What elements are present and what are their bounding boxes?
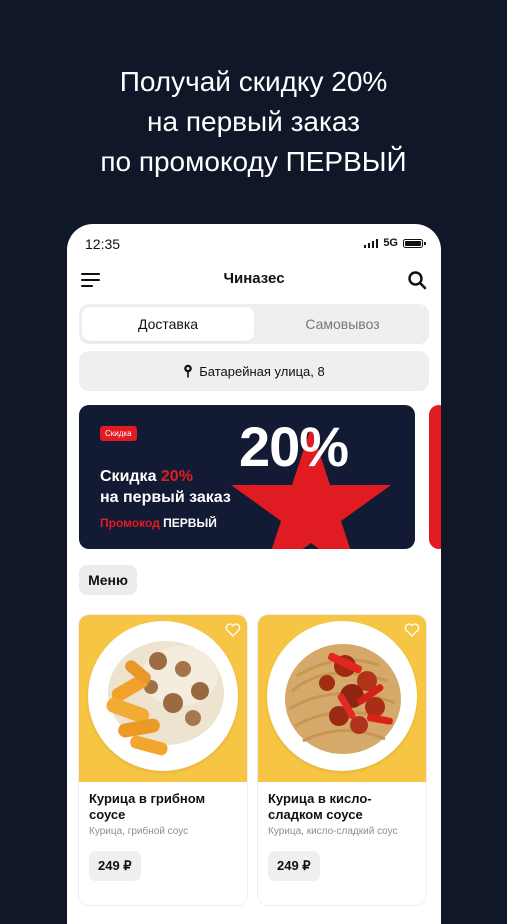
next-banner-peek[interactable] [429, 405, 441, 549]
product-price[interactable]: 249 ₽ [268, 851, 320, 881]
phone-screen: 12:35 5G Чиназес Доставка Самовывоз Бата… [67, 224, 441, 924]
banner-code-label: Промокод [100, 516, 160, 530]
app-header: Чиназес [67, 264, 441, 296]
favorite-heart-icon[interactable] [404, 623, 420, 637]
product-card[interactable]: Курица в грибном соусе Курица, грибной с… [79, 615, 247, 905]
battery-icon [403, 238, 426, 248]
promo-line-1: Получай скидку 20% [119, 66, 388, 97]
favorite-heart-icon[interactable] [225, 623, 241, 637]
tab-delivery[interactable]: Доставка [82, 307, 254, 341]
status-icons: 5G [363, 237, 426, 249]
product-image [79, 615, 247, 782]
search-icon[interactable] [407, 270, 427, 290]
status-time: 12:35 [85, 236, 121, 252]
tab-pickup[interactable]: Самовывоз [259, 307, 426, 341]
product-image [258, 615, 426, 782]
menu-category-chip[interactable]: Меню [79, 565, 137, 595]
location-pin-icon [184, 364, 193, 378]
banner-title-highlight: 20% [160, 468, 193, 485]
promo-line-3: по промокоду ПЕРВЫЙ [100, 146, 407, 177]
promo-banner[interactable]: 20% Скидка Скидка 20% на первый заказ Пр… [79, 405, 415, 549]
banner-title-line-2: на первый заказ [100, 489, 231, 506]
banner-title-line-1: Скидка 20% [100, 468, 193, 486]
promo-heading: Получай скидку 20% на первый заказ по пр… [0, 62, 507, 182]
address-selector[interactable]: Батарейная улица, 8 [79, 351, 429, 391]
banner-promo-code: Промокод ПЕРВЫЙ [100, 516, 217, 530]
product-card[interactable]: Курица в кисло-сладком соусе Курица, кис… [258, 615, 426, 905]
delivery-mode-switch: Доставка Самовывоз [79, 304, 429, 344]
network-type: 5G [383, 237, 398, 249]
product-title: Курица в грибном соусе [89, 791, 206, 822]
app-title: Чиназес [223, 270, 285, 287]
banner-code-value: ПЕРВЫЙ [163, 516, 217, 530]
address-text: Батарейная улица, 8 [199, 363, 325, 379]
product-price[interactable]: 249 ₽ [89, 851, 141, 881]
signal-icon [363, 238, 379, 248]
product-title: Курица в кисло-сладком соусе [268, 791, 372, 822]
status-bar: 12:35 5G [67, 224, 441, 264]
banner-badge: Скидка [100, 426, 137, 441]
promo-line-2: на первый заказ [147, 106, 360, 137]
dish-plate [267, 621, 417, 771]
banner-big-percent: 20% [239, 415, 349, 478]
dish-plate [88, 621, 238, 771]
banner-title-text: Скидка [100, 468, 161, 485]
product-description: Курица, кисло-сладкий соус [268, 826, 398, 837]
product-description: Курица, грибной соус [89, 826, 189, 837]
